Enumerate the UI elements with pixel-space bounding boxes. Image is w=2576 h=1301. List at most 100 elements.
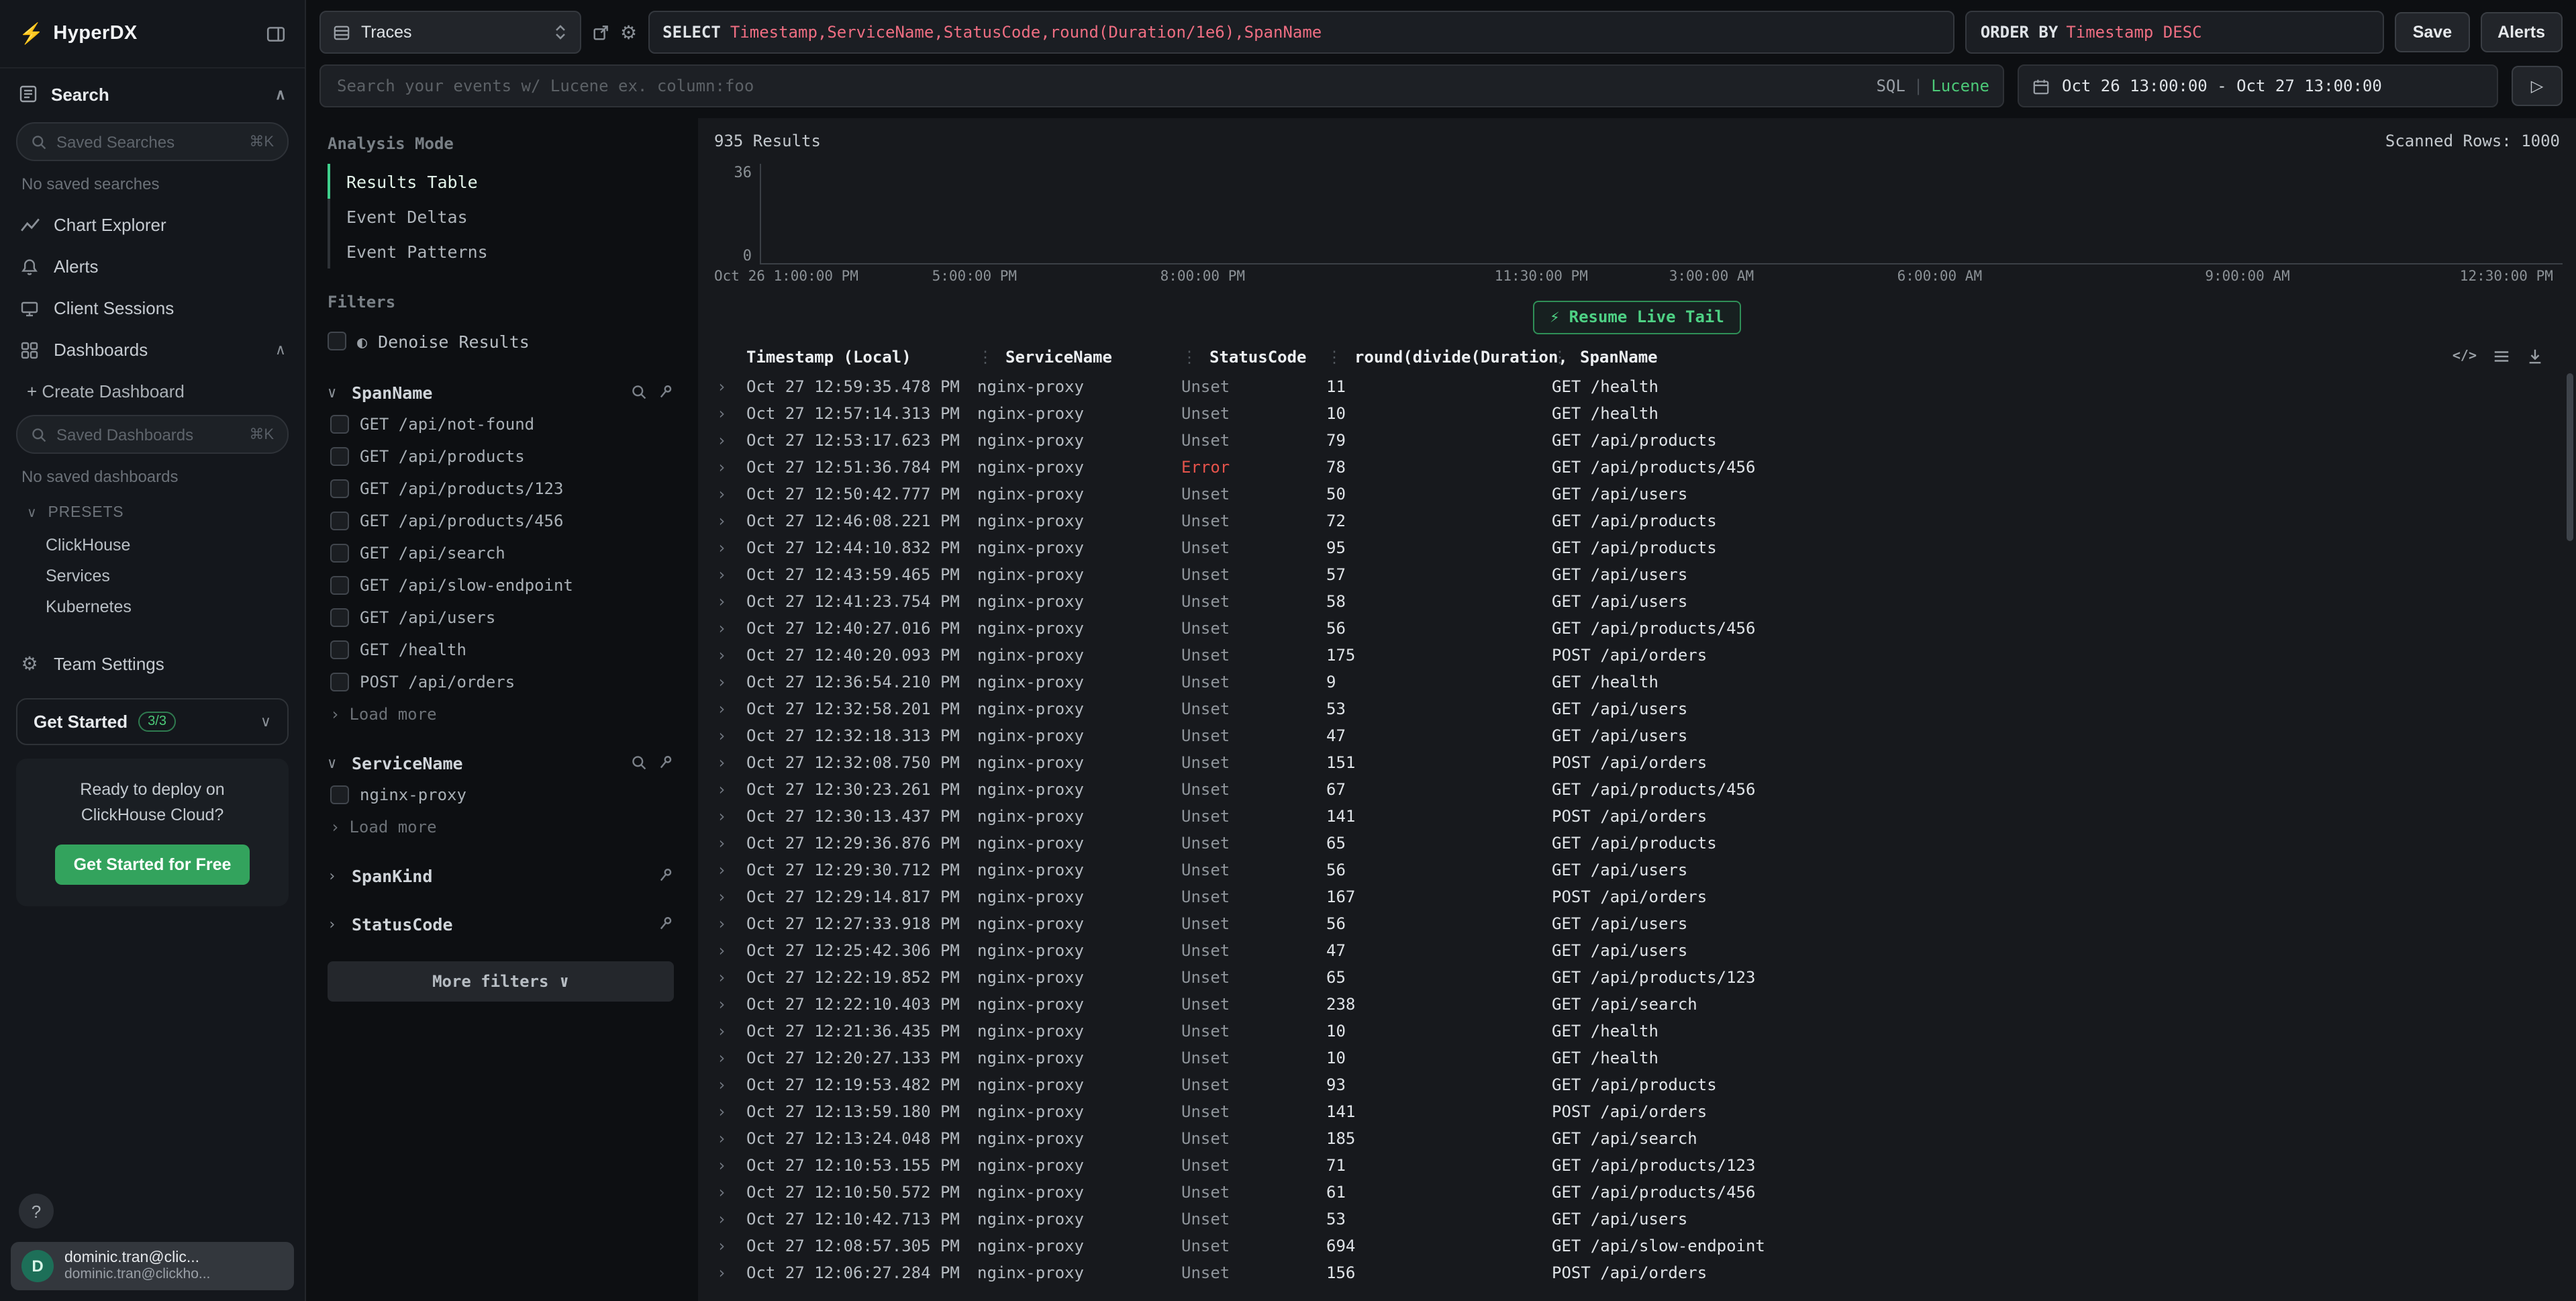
filter-group-header[interactable]: ›StatusCode (328, 908, 674, 940)
more-filters-button[interactable]: More filters ∨ (328, 961, 674, 1002)
row-expander-icon[interactable]: › (711, 914, 746, 933)
table-row[interactable]: ›Oct 27 12:08:57.305 PMnginx-proxyUnset6… (711, 1233, 2563, 1259)
row-expander-icon[interactable]: › (711, 512, 746, 530)
table-row[interactable]: ›Oct 27 12:36:54.210 PMnginx-proxyUnset9… (711, 669, 2563, 695)
checkbox[interactable] (330, 640, 349, 659)
analysis-mode-option[interactable]: Results Table (328, 164, 674, 199)
sidebar-preset-item[interactable]: Services (0, 560, 305, 591)
pin-icon[interactable] (658, 916, 674, 932)
get-started-card[interactable]: Get Started 3/3 ∨ (16, 698, 289, 745)
filter-option[interactable]: GET /api/slow-endpoint (328, 569, 674, 601)
row-expander-icon[interactable]: › (711, 887, 746, 906)
query-language-toggle[interactable]: SQL | Lucene (1876, 77, 1989, 95)
filter-group-header[interactable]: ∨SpanName (328, 376, 674, 408)
sidebar-item-dashboards[interactable]: Dashboards ∧ (0, 329, 305, 371)
row-expander-icon[interactable]: › (711, 485, 746, 503)
checkbox[interactable] (330, 512, 349, 530)
table-row[interactable]: ›Oct 27 12:06:27.284 PMnginx-proxyUnset1… (711, 1259, 2563, 1286)
table-row[interactable]: ›Oct 27 12:20:27.133 PMnginx-proxyUnset1… (711, 1045, 2563, 1071)
pin-icon[interactable] (658, 755, 674, 771)
row-expander-icon[interactable]: › (711, 726, 746, 745)
lucene-mode-option[interactable]: Lucene (1931, 77, 1989, 95)
column-header-statuscode[interactable]: StatusCode (1181, 347, 1326, 366)
row-expander-icon[interactable]: › (711, 538, 746, 557)
chevron-up-icon[interactable]: ∧ (275, 341, 286, 358)
pin-icon[interactable] (658, 384, 674, 400)
sidebar-item-team-settings[interactable]: ⚙ Team Settings (0, 643, 305, 685)
filter-option[interactable]: GET /api/products/123 (328, 473, 674, 505)
checkbox[interactable] (330, 608, 349, 627)
row-expander-icon[interactable]: › (711, 1210, 746, 1228)
table-row[interactable]: ›Oct 27 12:29:14.817 PMnginx-proxyUnset1… (711, 883, 2563, 910)
search-icon[interactable] (631, 384, 647, 400)
table-row[interactable]: ›Oct 27 12:46:08.221 PMnginx-proxyUnset7… (711, 508, 2563, 534)
filter-group-header[interactable]: ›SpanKind (328, 859, 674, 892)
load-more-button[interactable]: ›Load more (328, 698, 674, 730)
column-header-servicename[interactable]: ServiceName (977, 347, 1181, 366)
sidebar-section-search[interactable]: Search ∧ (0, 68, 305, 119)
filter-option[interactable]: nginx-proxy (328, 779, 674, 811)
table-row[interactable]: ›Oct 27 12:29:36.876 PMnginx-proxyUnset6… (711, 830, 2563, 857)
row-expander-icon[interactable]: › (711, 1129, 746, 1148)
table-row[interactable]: ›Oct 27 12:19:53.482 PMnginx-proxyUnset9… (711, 1071, 2563, 1098)
table-row[interactable]: ›Oct 27 12:30:13.437 PMnginx-proxyUnset1… (711, 803, 2563, 830)
denoise-results-toggle[interactable]: ◐ Denoise Results (328, 322, 674, 360)
code-view-icon[interactable]: </> (2453, 349, 2477, 364)
open-source-settings-button[interactable] (592, 23, 609, 41)
checkbox[interactable] (330, 415, 349, 434)
table-row[interactable]: ›Oct 27 12:32:08.750 PMnginx-proxyUnset1… (711, 749, 2563, 776)
table-row[interactable]: ›Oct 27 12:40:20.093 PMnginx-proxyUnset1… (711, 642, 2563, 669)
presets-toggle[interactable]: ∨ PRESETS (0, 497, 305, 529)
table-row[interactable]: ›Oct 27 12:40:27.016 PMnginx-proxyUnset5… (711, 615, 2563, 642)
checkbox[interactable] (330, 479, 349, 498)
table-row[interactable]: ›Oct 27 12:32:58.201 PMnginx-proxyUnset5… (711, 695, 2563, 722)
table-row[interactable]: ›Oct 27 12:51:36.784 PMnginx-proxyError7… (711, 454, 2563, 481)
row-expander-icon[interactable]: › (711, 592, 746, 611)
sql-column-query[interactable]: SELECT Timestamp,ServiceName,StatusCode,… (648, 11, 1955, 54)
user-menu[interactable]: D dominic.tran@clic... dominic.tran@clic… (11, 1242, 294, 1290)
chevron-down-icon[interactable]: ∨ (260, 713, 271, 730)
search-input-wrap[interactable]: SQL | Lucene (319, 64, 2004, 107)
sidebar-collapse-button[interactable] (266, 23, 286, 44)
checkbox[interactable] (330, 447, 349, 466)
search-icon[interactable] (631, 755, 647, 771)
table-row[interactable]: ›Oct 27 12:32:18.313 PMnginx-proxyUnset4… (711, 722, 2563, 749)
filter-option[interactable]: GET /api/products/456 (328, 505, 674, 537)
table-row[interactable]: ›Oct 27 12:25:42.306 PMnginx-proxyUnset4… (711, 937, 2563, 964)
download-icon[interactable] (2526, 348, 2544, 365)
date-range-picker[interactable]: Oct 26 13:00:00 - Oct 27 13:00:00 (2018, 64, 2498, 107)
table-row[interactable]: ›Oct 27 12:13:24.048 PMnginx-proxyUnset1… (711, 1125, 2563, 1152)
row-expander-icon[interactable]: › (711, 458, 746, 477)
sidebar-item-chart-explorer[interactable]: Chart Explorer (0, 204, 305, 246)
resume-live-tail-button[interactable]: ⚡ Resume Live Tail (1532, 300, 1742, 334)
scrollbar-thumb[interactable] (2567, 373, 2573, 541)
row-expander-icon[interactable]: › (711, 1102, 746, 1121)
row-expander-icon[interactable]: › (711, 431, 746, 450)
row-expander-icon[interactable]: › (711, 995, 746, 1014)
table-row[interactable]: ›Oct 27 12:10:50.572 PMnginx-proxyUnset6… (711, 1179, 2563, 1206)
row-expander-icon[interactable]: › (711, 700, 746, 718)
row-expander-icon[interactable]: › (711, 673, 746, 691)
search-input[interactable] (334, 75, 1876, 97)
row-expander-icon[interactable]: › (711, 861, 746, 879)
saved-searches-input[interactable]: Saved Searches ⌘K (16, 122, 289, 161)
filter-option[interactable]: GET /api/products (328, 440, 674, 473)
row-expander-icon[interactable]: › (711, 377, 746, 396)
row-expander-icon[interactable]: › (711, 834, 746, 853)
row-expander-icon[interactable]: › (711, 1263, 746, 1282)
table-row[interactable]: ›Oct 27 12:13:59.180 PMnginx-proxyUnset1… (711, 1098, 2563, 1125)
filter-option[interactable]: GET /api/search (328, 537, 674, 569)
row-expander-icon[interactable]: › (711, 807, 746, 826)
gear-icon[interactable]: ⚙ (620, 21, 637, 44)
table-row[interactable]: ›Oct 27 12:27:33.918 PMnginx-proxyUnset5… (711, 910, 2563, 937)
table-row[interactable]: ›Oct 27 12:44:10.832 PMnginx-proxyUnset9… (711, 534, 2563, 561)
row-expander-icon[interactable]: › (711, 1049, 746, 1067)
alerts-button[interactable]: Alerts (2480, 12, 2563, 52)
help-button[interactable]: ? (19, 1194, 54, 1228)
save-button[interactable]: Save (2395, 12, 2469, 52)
sidebar-preset-item[interactable]: ClickHouse (0, 529, 305, 560)
saved-dashboards-input[interactable]: Saved Dashboards ⌘K (16, 415, 289, 454)
column-header-spanname[interactable]: SpanName (1552, 347, 2453, 366)
table-row[interactable]: ›Oct 27 12:10:42.713 PMnginx-proxyUnset5… (711, 1206, 2563, 1233)
table-row[interactable]: ›Oct 27 12:22:10.403 PMnginx-proxyUnset2… (711, 991, 2563, 1018)
